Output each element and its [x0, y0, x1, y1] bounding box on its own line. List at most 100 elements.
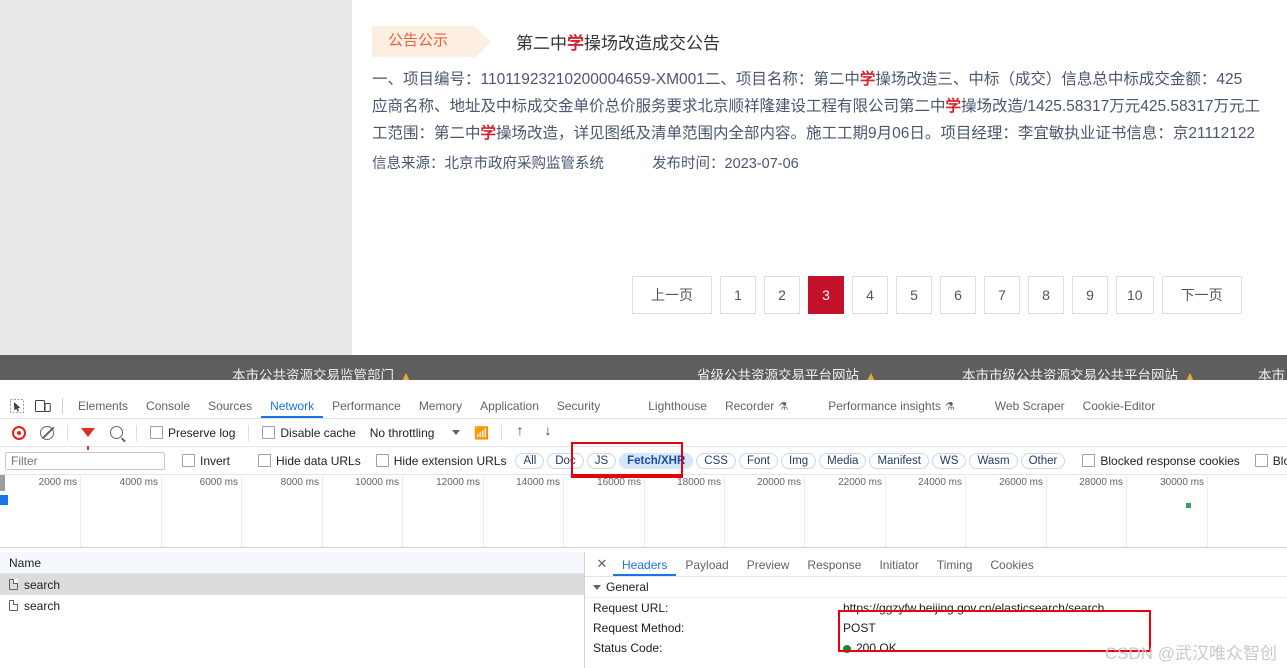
preserve-log-checkbox[interactable]: Preserve log — [144, 426, 241, 440]
detail-tab-payload[interactable]: Payload — [676, 553, 737, 576]
overview-tick-label: 4000 ms — [119, 477, 158, 488]
inspect-element-icon[interactable] — [4, 395, 30, 417]
checkbox-icon — [1082, 454, 1096, 467]
tab-web-scraper[interactable]: Web Scraper — [986, 394, 1074, 418]
pagination-page-1[interactable]: 1 — [720, 276, 756, 314]
type-chip-fetch-xhr[interactable]: Fetch/XHR — [619, 452, 694, 469]
overview-gridline — [644, 475, 645, 547]
hide-extension-urls-label: Hide extension URLs — [393, 453, 507, 468]
title-highlight: 学 — [567, 33, 585, 53]
type-chip-manifest[interactable]: Manifest — [869, 452, 929, 469]
close-icon[interactable]: ✕ — [591, 553, 613, 575]
network-overview-timeline[interactable]: 2000 ms 4000 ms 6000 ms 8000 ms 10000 ms 1200… — [0, 475, 1287, 548]
tab-elements[interactable]: Elements — [69, 394, 137, 418]
overview-tick-label: 6000 ms — [199, 477, 238, 488]
strip-link-1[interactable]: 本市公共资源交易监管部门 ▲ — [232, 364, 412, 380]
checkbox-icon — [1254, 454, 1268, 467]
overview-gridline — [80, 475, 81, 547]
upload-icon — [516, 422, 528, 439]
throttling-select[interactable]: No throttling — [364, 426, 467, 440]
request-name: search — [24, 577, 61, 592]
type-chip-font[interactable]: Font — [738, 452, 778, 469]
type-chip-css[interactable]: CSS — [696, 452, 736, 469]
preserve-log-label: Preserve log — [168, 425, 236, 440]
pagination-page-10[interactable]: 10 — [1116, 276, 1154, 314]
blocked-requests-checkbox[interactable]: Blocked request — [1249, 454, 1287, 468]
type-chip-ws[interactable]: WS — [931, 452, 967, 469]
filter-toggle-button[interactable] — [75, 422, 101, 450]
table-row[interactable]: search — [0, 595, 584, 616]
pagination-page-7[interactable]: 7 — [984, 276, 1020, 314]
tab-recorder[interactable]: Recorder ⚗ — [716, 394, 797, 418]
type-chip-img[interactable]: Img — [780, 452, 817, 469]
tab-sources[interactable]: Sources — [199, 394, 261, 418]
tab-performance[interactable]: Performance — [323, 394, 410, 418]
record-button[interactable] — [6, 422, 32, 444]
overview-tick-label: 10000 ms — [355, 477, 399, 488]
tab-network[interactable]: Network — [261, 394, 323, 418]
pagination-page-2[interactable]: 2 — [764, 276, 800, 314]
strip-link-4[interactable]: 本市 — [1258, 364, 1285, 380]
blocked-response-cookies-label: Blocked response cookies — [1100, 453, 1240, 468]
hide-data-urls-checkbox[interactable]: Hide data URLs — [252, 454, 367, 468]
filter-input[interactable] — [5, 451, 165, 470]
pagination-page-3[interactable]: 3 — [808, 276, 844, 314]
import-har-button[interactable] — [509, 422, 535, 444]
devtools-tabbar: Elements Console Sources Network Perform… — [0, 393, 1287, 419]
announcement-meta: 信息来源：北京市政府采购监管系统 发布时间：2023-07-06 — [372, 152, 799, 173]
type-chip-wasm[interactable]: Wasm — [969, 452, 1018, 469]
disable-cache-checkbox[interactable]: Disable cache — [256, 426, 361, 440]
detail-tab-preview[interactable]: Preview — [738, 553, 799, 576]
type-chip-all[interactable]: All — [515, 452, 545, 469]
tab-application[interactable]: Application — [471, 394, 548, 418]
table-row[interactable]: search — [0, 574, 584, 595]
blocked-response-cookies-checkbox[interactable]: Blocked response cookies — [1076, 454, 1245, 468]
pagination-page-6[interactable]: 6 — [940, 276, 976, 314]
strip-link-3[interactable]: 本市市级公共资源交易公共平台网站 ▲ — [962, 364, 1196, 380]
tab-security[interactable]: Security — [548, 394, 609, 418]
strip-link-2[interactable]: 省级公共资源交易平台网站 ▲ — [697, 364, 877, 380]
requests-column-header[interactable]: Name — [0, 552, 584, 574]
network-filterbar: Invert Hide data URLs Hide extension URL… — [0, 442, 1287, 476]
overview-tick-label: 26000 ms — [999, 477, 1043, 488]
clear-button[interactable] — [34, 422, 60, 444]
tab-lighthouse[interactable]: Lighthouse — [639, 394, 716, 418]
overview-tick-label: 22000 ms — [838, 477, 882, 488]
field-key: Request URL: — [593, 601, 669, 615]
warning-icon: ▲ — [400, 369, 412, 380]
detail-tab-response[interactable]: Response — [798, 553, 870, 576]
detail-field-request-method: Request Method: POST — [585, 618, 1287, 638]
general-section-header[interactable]: General — [585, 577, 1287, 598]
checkbox-icon — [182, 454, 195, 467]
checkbox-icon — [262, 426, 276, 439]
tab-performance-insights[interactable]: Performance insights ⚗ — [819, 394, 964, 418]
detail-tab-headers[interactable]: Headers — [613, 553, 676, 576]
type-chip-js[interactable]: JS — [586, 452, 617, 469]
pagination-page-5[interactable]: 5 — [896, 276, 932, 314]
pagination-next[interactable]: 下一页 — [1161, 276, 1242, 314]
field-value[interactable]: https://ggzyfw.beijing.gov.cn/elasticsea… — [843, 598, 1104, 618]
search-button[interactable] — [103, 422, 129, 444]
field-value: POST — [843, 621, 876, 635]
pagination-prev[interactable]: 上一页 — [632, 276, 712, 314]
pagination-page-4[interactable]: 4 — [852, 276, 888, 314]
announcement-body: 一、项目编号：11011923210200004659-XM001二、项目名称：… — [372, 66, 1287, 147]
overview-request-marker — [0, 495, 8, 505]
type-chip-media[interactable]: Media — [819, 452, 867, 469]
tab-cookie-editor[interactable]: Cookie-Editor — [1074, 394, 1165, 418]
tab-console[interactable]: Console — [137, 394, 199, 418]
pagination-page-8[interactable]: 8 — [1028, 276, 1064, 314]
detail-tab-initiator[interactable]: Initiator — [870, 553, 927, 576]
detail-tab-cookies[interactable]: Cookies — [981, 553, 1042, 576]
type-chip-other[interactable]: Other — [1020, 452, 1066, 469]
network-toolbar: Preserve log Disable cache No throttling… — [0, 419, 1287, 450]
type-chip-doc[interactable]: Doc — [547, 452, 584, 469]
invert-checkbox[interactable]: Invert — [176, 454, 236, 468]
export-har-button[interactable] — [537, 422, 563, 444]
detail-tab-timing[interactable]: Timing — [928, 553, 982, 576]
pagination-page-9[interactable]: 9 — [1072, 276, 1108, 314]
tab-memory[interactable]: Memory — [410, 394, 471, 418]
network-conditions-button[interactable]: 📶 — [468, 422, 494, 444]
device-toolbar-icon[interactable] — [30, 395, 56, 417]
hide-extension-urls-checkbox[interactable]: Hide extension URLs — [370, 454, 513, 468]
